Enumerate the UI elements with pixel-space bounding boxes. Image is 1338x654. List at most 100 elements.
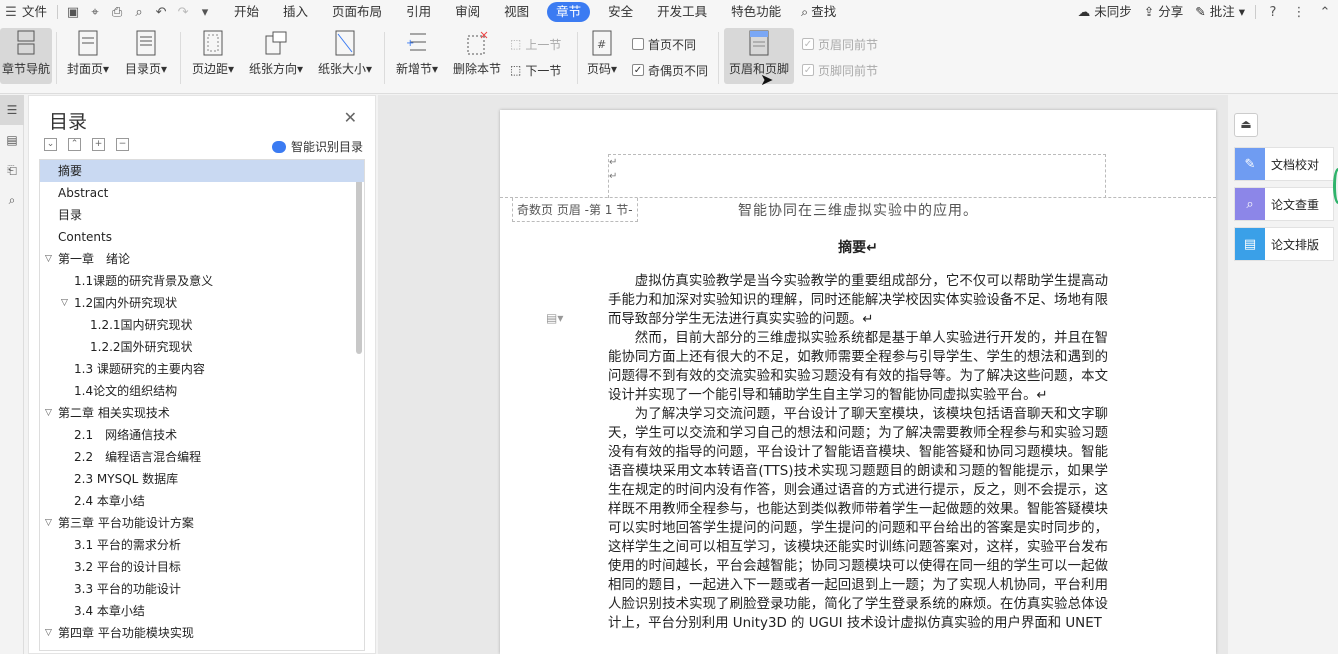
collapse-panel-icon[interactable]: ⏏ <box>1234 113 1258 137</box>
smart-toc-button[interactable]: 智能识别目录 <box>271 138 363 155</box>
toc-item[interactable]: 1.3 课题研究的主要内容 <box>40 358 364 380</box>
body-paragraph[interactable]: 虚拟仿真实验教学是当今实验教学的重要组成部分，它不仅可以帮助学生提高动手能力和加… <box>608 272 1108 329</box>
section-nav-button[interactable]: 章节导航 <box>0 28 52 84</box>
page-number-button[interactable]: # 页码▾ <box>582 28 622 84</box>
prev-section-button[interactable]: ⬚ 上一节 <box>510 34 561 54</box>
chevron-down-icon[interactable]: ▽ <box>45 248 52 270</box>
first-page-diff-checkbox[interactable]: 首页不同 <box>632 34 696 54</box>
toc-item[interactable]: 2.1 网络通信技术 <box>40 424 364 446</box>
chevron-down-icon[interactable]: ▽ <box>45 402 52 424</box>
toc-page-button[interactable]: 目录页▾ <box>120 28 172 84</box>
tab-0[interactable]: 开始 <box>222 0 271 24</box>
header-region[interactable]: ↵ ↵ <box>608 154 1106 198</box>
toc-item[interactable]: ▽ 第一章 绪论 <box>40 248 364 270</box>
layout-button[interactable]: ▤ 论文排版 <box>1234 227 1334 261</box>
tab-1[interactable]: 插入 <box>271 0 320 24</box>
chevron-down-icon[interactable]: ▽ <box>45 622 52 644</box>
toc-item[interactable]: 1.2.2国外研究现状 <box>40 336 364 358</box>
collapse-all-icon[interactable]: ⌃ <box>68 138 81 151</box>
footer-same-as-prev-checkbox[interactable]: ✓ 页脚同前节 <box>802 60 878 80</box>
outline-icon[interactable]: ▤ <box>0 125 24 155</box>
tab-9[interactable]: 特色功能 <box>719 0 793 24</box>
margin-button[interactable]: 页边距▾ <box>186 28 240 84</box>
hamburger-icon[interactable]: ☰ <box>0 0 22 24</box>
cover-page-button[interactable]: 封面页▾ <box>62 28 114 84</box>
toc-item[interactable]: ▽ 1.2国内外研究现状 <box>40 292 364 314</box>
format-painter-icon[interactable]: ⌖ <box>84 0 106 24</box>
tab-4[interactable]: 审阅 <box>443 0 492 24</box>
toc-item-label: 1.4论文的组织结构 <box>74 384 178 398</box>
redo-icon[interactable]: ↷ <box>172 0 194 24</box>
next-section-button[interactable]: ⬚ 下一节 <box>510 60 561 80</box>
toc-item[interactable]: 3.4 本章小结 <box>40 600 364 622</box>
section-nav-icon <box>12 28 40 58</box>
tab-2[interactable]: 页面布局 <box>320 0 394 24</box>
document-body[interactable]: 虚拟仿真实验教学是当今实验教学的重要组成部分，它不仅可以帮助学生提高动手能力和加… <box>608 272 1108 633</box>
toc-item[interactable]: 目录 <box>40 204 364 226</box>
chevron-down-icon[interactable]: ▽ <box>45 512 52 534</box>
toc-item[interactable]: 1.4论文的组织结构 <box>40 380 364 402</box>
print-icon[interactable]: ⎙ <box>106 0 128 24</box>
header-same-as-prev-checkbox[interactable]: ✓ 页眉同前节 <box>802 34 878 54</box>
save-icon[interactable]: ▣ <box>62 0 84 24</box>
abstract-heading[interactable]: 摘要↵ <box>500 237 1216 257</box>
floating-assistant-icon[interactable] <box>1333 168 1338 204</box>
toc-item[interactable]: Contents <box>40 226 364 248</box>
toc-item[interactable]: 3.2 平台的设计目标 <box>40 556 364 578</box>
comment-button[interactable]: ✎ 批注 ▾ <box>1189 0 1251 24</box>
quick-access-dropdown-icon[interactable]: ▾ <box>194 0 216 24</box>
search-tab[interactable]: ⌕ 查找 <box>793 0 844 24</box>
chevron-down-icon[interactable]: ▽ <box>61 292 68 314</box>
delete-section-button[interactable]: 删除本节 <box>450 28 504 84</box>
toc-item[interactable]: 1.1课题的研究背景及意义 <box>40 270 364 292</box>
odd-even-diff-checkbox[interactable]: ✓ 奇偶页不同 <box>632 60 708 80</box>
body-paragraph[interactable]: 然而，目前大部分的三维虚拟实验系统都是基于单人实验进行开发的，并且在智能协同方面… <box>608 329 1108 405</box>
toc-item[interactable]: 摘要 <box>40 160 364 182</box>
toc-item[interactable]: 3.1 平台的需求分析 <box>40 534 364 556</box>
find-icon[interactable]: ⌕ <box>0 185 24 215</box>
bookmark-icon[interactable]: ⎗ <box>0 155 24 185</box>
proofread-icon: ✎ <box>1235 148 1265 180</box>
toc-item[interactable]: 2.2 编程语言混合编程 <box>40 446 364 468</box>
toc-item[interactable]: ▽ 第四章 平台功能模块实现 <box>40 622 364 644</box>
undo-icon[interactable]: ↶ <box>150 0 172 24</box>
orientation-button[interactable]: 纸张方向▾ <box>244 28 308 84</box>
new-section-button[interactable]: + 新增节▾ <box>390 28 444 84</box>
more-icon[interactable]: ⋮ <box>1286 0 1312 24</box>
print-preview-icon[interactable]: ⌕ <box>128 0 150 24</box>
remove-level-icon[interactable]: − <box>116 138 129 151</box>
dupcheck-label: 论文查重 <box>1271 197 1320 212</box>
toc-item[interactable]: 2.3 MYSQL 数据库 <box>40 468 364 490</box>
toc-item[interactable]: 1.2.1国内研究现状 <box>40 314 364 336</box>
header-footer-button[interactable]: 页眉和页脚 <box>724 28 794 84</box>
tab-7[interactable]: 安全 <box>596 0 645 24</box>
close-icon[interactable]: ✕ <box>344 108 357 127</box>
share-button[interactable]: ⇪ 分享 <box>1138 0 1189 24</box>
toc-item[interactable]: 2.4 本章小结 <box>40 490 364 512</box>
toc-item[interactable]: ▽ 第二章 相关实现技术 <box>40 402 364 424</box>
dupcheck-button[interactable]: ⌕ 论文查重 <box>1234 187 1334 221</box>
toc-list-icon[interactable]: ☰ <box>0 95 24 125</box>
file-menu[interactable]: 文件 <box>22 0 53 24</box>
toc-item[interactable]: ▽ 第三章 平台功能设计方案 <box>40 512 364 534</box>
tab-5[interactable]: 视图 <box>492 0 541 24</box>
proofread-button[interactable]: ✎ 文档校对 <box>1234 147 1334 181</box>
sync-button[interactable]: ☁ 未同步 <box>1072 0 1138 24</box>
expand-all-icon[interactable]: ⌄ <box>44 138 57 151</box>
page-number-label: 页码▾ <box>586 62 618 76</box>
paper-size-label: 纸张大小▾ <box>317 62 373 76</box>
help-icon[interactable]: ? <box>1260 0 1286 24</box>
paragraph-menu-icon[interactable]: ▤▾ <box>546 311 563 325</box>
paper-size-button[interactable]: 纸张大小▾ <box>314 28 376 84</box>
toc-item[interactable]: Abstract <box>40 182 364 204</box>
tab-6[interactable]: 章节 <box>547 2 591 22</box>
body-paragraph[interactable]: 为了解决学习交流问题，平台设计了聊天室模块，该模块包括语音聊天和文字聊天，学生可… <box>608 405 1108 633</box>
tab-3[interactable]: 引用 <box>394 0 443 24</box>
toc-item-label: 2.4 本章小结 <box>74 494 145 508</box>
add-level-icon[interactable]: + <box>92 138 105 151</box>
toc-item[interactable]: 3.3 平台的功能设计 <box>40 578 364 600</box>
tab-8[interactable]: 开发工具 <box>645 0 719 24</box>
orientation-icon <box>262 28 290 58</box>
collapse-ribbon-icon[interactable]: ⌃ <box>1312 0 1338 24</box>
next-section-label: 下一节 <box>525 63 562 78</box>
